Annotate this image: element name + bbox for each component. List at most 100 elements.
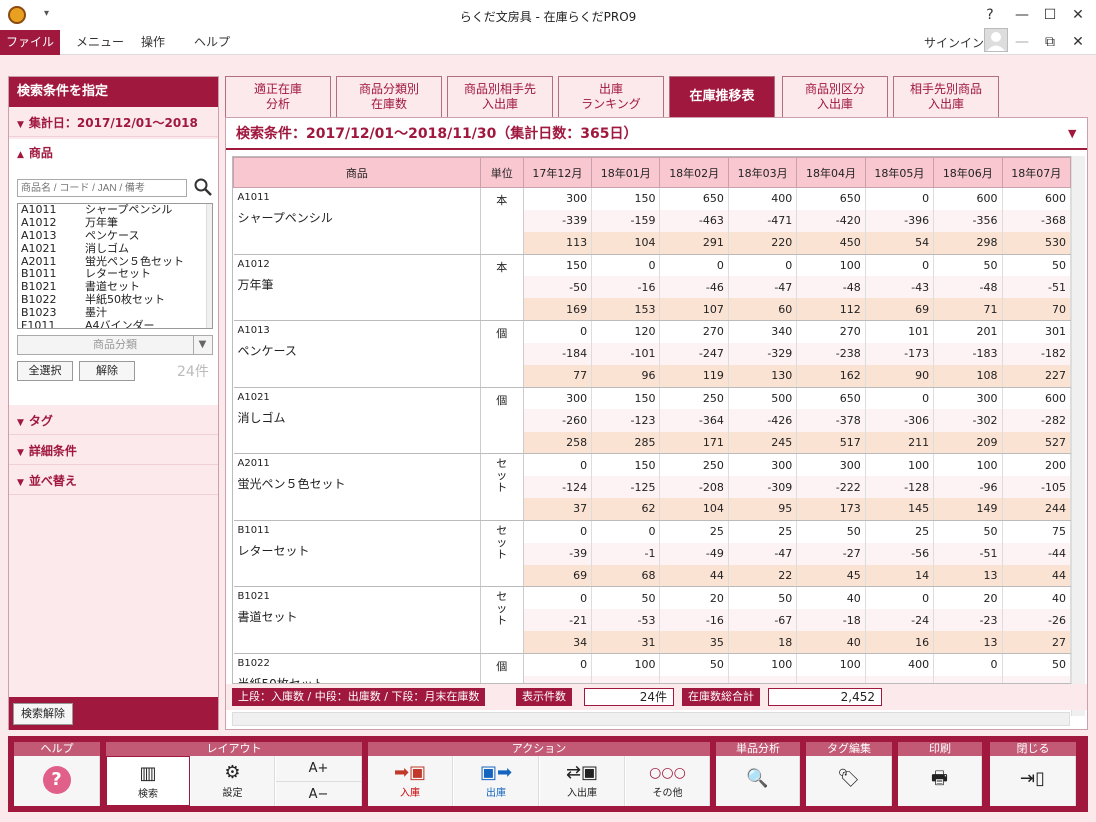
- group-close: 閉じる ⇥▯: [990, 742, 1076, 806]
- analysis-button[interactable]: 🔍: [716, 756, 800, 806]
- column-header[interactable]: 18年03月: [727, 157, 798, 188]
- ribbon-minimize-button[interactable]: —: [1012, 33, 1032, 51]
- table-row[interactable]: A1021 消しゴム個 300 150 250 500 650 0 300 600: [233, 387, 1071, 455]
- column-header[interactable]: 18年07月: [1001, 157, 1071, 188]
- inventory-table[interactable]: 商品 単位 17年12月 18年01月 18年02月 18年03月 18年04月 18年05月…: [232, 156, 1072, 684]
- stock-out-button[interactable]: ▣➡ 出庫: [454, 756, 539, 806]
- value-cell: -47: [728, 542, 798, 565]
- value-cell: -105: [1002, 475, 1071, 499]
- stock-in-button[interactable]: ➡▣ 入庫: [368, 756, 453, 806]
- column-header[interactable]: 18年04月: [796, 157, 866, 188]
- total-value: 2,452: [768, 688, 882, 706]
- table-row[interactable]: A2011 蛍光ペン５色セット セット 0 150 250 300 300 100 100 200: [233, 453, 1071, 521]
- avatar[interactable]: [984, 28, 1008, 52]
- value-cell: -18: [796, 609, 866, 632]
- value-cell: -53: [591, 609, 661, 632]
- value-cell: 108: [933, 365, 1003, 388]
- table-row[interactable]: A1012 万年筆本 150 0 0 0 100 0 50 50: [233, 254, 1071, 322]
- column-header[interactable]: 単位: [479, 157, 524, 188]
- column-header[interactable]: 18年02月: [659, 157, 729, 188]
- table-row[interactable]: A1011 シャープペンシル本 300 150 650 400 650 0 600 600: [233, 187, 1071, 255]
- value-cell: -183: [933, 342, 1003, 365]
- value-cell: 227: [1002, 365, 1071, 388]
- value-cell: -23: [933, 609, 1003, 632]
- printer-icon: 🖶: [931, 768, 948, 789]
- tag-section[interactable]: ▼ タグ: [9, 407, 218, 435]
- group-close-title: 閉じる: [990, 742, 1076, 756]
- minimize-button[interactable]: —: [1012, 6, 1032, 24]
- font-up-button[interactable]: A+: [276, 756, 362, 781]
- tab-0[interactable]: 適正在庫 分析: [225, 76, 331, 117]
- period-section[interactable]: ▼ 集計日：2017/12/01～2018: [9, 109, 218, 137]
- list-item[interactable]: A1012 万年筆: [18, 216, 212, 230]
- list-item[interactable]: F1011 A4バインダー: [18, 319, 212, 328]
- value-cell: 50: [933, 254, 1003, 277]
- product-section-header[interactable]: ▲ 商品: [9, 139, 218, 167]
- product-name: 消しゴム: [85, 241, 129, 255]
- column-header[interactable]: 18年06月: [933, 157, 1003, 188]
- product-list-scrollbar[interactable]: [206, 204, 212, 328]
- menu-operation[interactable]: 操作: [127, 30, 179, 55]
- product-name: 半紙50枚セット: [237, 676, 325, 684]
- close-button[interactable]: ✕: [1068, 6, 1088, 24]
- maximize-button[interactable]: ☐: [1040, 6, 1060, 24]
- value-cell: 250: [659, 387, 729, 410]
- doc-close-button[interactable]: ✕: [1068, 33, 1088, 51]
- release-button[interactable]: 解除: [79, 361, 135, 381]
- restore-button[interactable]: ⧉: [1040, 33, 1060, 51]
- vertical-scrollbar[interactable]: [1071, 156, 1085, 716]
- list-item[interactable]: A1021 消しゴム: [18, 241, 212, 256]
- tab-4[interactable]: 在庫推移表: [669, 76, 775, 117]
- exit-button[interactable]: ⇥▯: [990, 756, 1076, 806]
- table-row[interactable]: B1011 レターセット セット 0 0 25 25 50 25 50 75: [233, 520, 1071, 588]
- question-icon: ?: [42, 766, 71, 794]
- detail-section[interactable]: ▼ 詳細条件: [9, 437, 218, 465]
- value-cell: [728, 675, 798, 683]
- category-select[interactable]: 商品分類: [17, 335, 213, 355]
- column-header[interactable]: 18年01月: [591, 157, 661, 188]
- product-list[interactable]: A1011 シャープペンシル A1012 万年筆 A1013 ペンケース A1021 消しゴム…: [17, 203, 213, 329]
- select-all-button[interactable]: 全選択: [17, 361, 73, 381]
- menu-help[interactable]: ヘルプ: [180, 30, 244, 55]
- list-item[interactable]: A1011 シャープペンシル: [18, 204, 212, 217]
- value-cell: 173: [796, 498, 866, 521]
- tab-3[interactable]: 出庫 ランキング: [558, 76, 664, 117]
- value-cell: -125: [591, 475, 661, 499]
- menu-file[interactable]: ファイル: [0, 30, 60, 55]
- table-row[interactable]: B1021 書道セット セット 0 50 20 50 40 0 20 40: [233, 586, 1071, 654]
- table-row[interactable]: B1022 半紙50枚セット個 0 100 50 100 100 400 0 50: [233, 653, 1071, 683]
- list-item[interactable]: A1013 ペンケース: [18, 229, 212, 243]
- more-icon: ○○○: [649, 765, 686, 781]
- settings-button[interactable]: ⚙ 設定: [191, 756, 275, 806]
- unit-cell: 個: [480, 653, 524, 683]
- column-header[interactable]: 商品: [233, 157, 481, 188]
- search-layout-button[interactable]: ▥ 検索: [106, 756, 190, 806]
- value-cell: -356: [933, 209, 1003, 232]
- value-cell: 150: [591, 187, 661, 210]
- sort-section[interactable]: ▼ 並べ替え: [9, 467, 218, 495]
- table-row[interactable]: A1013 ペンケース個 0 120 270 340 270 101 201 301: [233, 320, 1071, 388]
- chevron-down-icon[interactable]: ▼: [193, 336, 211, 354]
- horizontal-scrollbar[interactable]: [232, 712, 1070, 726]
- font-down-button[interactable]: A−: [276, 781, 362, 806]
- chevron-down-icon[interactable]: ▼: [1068, 118, 1076, 150]
- tab-2[interactable]: 商品別相手先 入出庫: [447, 76, 553, 117]
- tab-6[interactable]: 相手先別商品 入出庫: [893, 76, 999, 117]
- other-button[interactable]: ○○○ その他: [626, 756, 710, 806]
- search-panel-footer: 検索解除: [9, 697, 218, 730]
- signin-link[interactable]: サインイン: [924, 34, 984, 51]
- help-button[interactable]: ?: [14, 756, 100, 806]
- help-icon[interactable]: ?: [980, 6, 1000, 24]
- value-cell: 0: [523, 520, 593, 543]
- tag-edit-button[interactable]: 🏷: [806, 756, 892, 806]
- clear-search-button[interactable]: 検索解除: [13, 703, 73, 725]
- column-header[interactable]: 18年05月: [864, 157, 935, 188]
- column-header[interactable]: 17年12月: [522, 157, 593, 188]
- stock-inout-button[interactable]: ⇄▣ 入出庫: [540, 756, 625, 806]
- search-icon[interactable]: [193, 177, 213, 197]
- print-button[interactable]: 🖶: [898, 756, 982, 806]
- search-condition: 検索条件：2017/12/01～2018/11/30（集計日数：365日）: [226, 118, 1087, 150]
- tab-1[interactable]: 商品分類別 在庫数: [336, 76, 442, 117]
- tab-5[interactable]: 商品別区分 入出庫: [782, 76, 888, 117]
- product-search-input[interactable]: [17, 179, 187, 197]
